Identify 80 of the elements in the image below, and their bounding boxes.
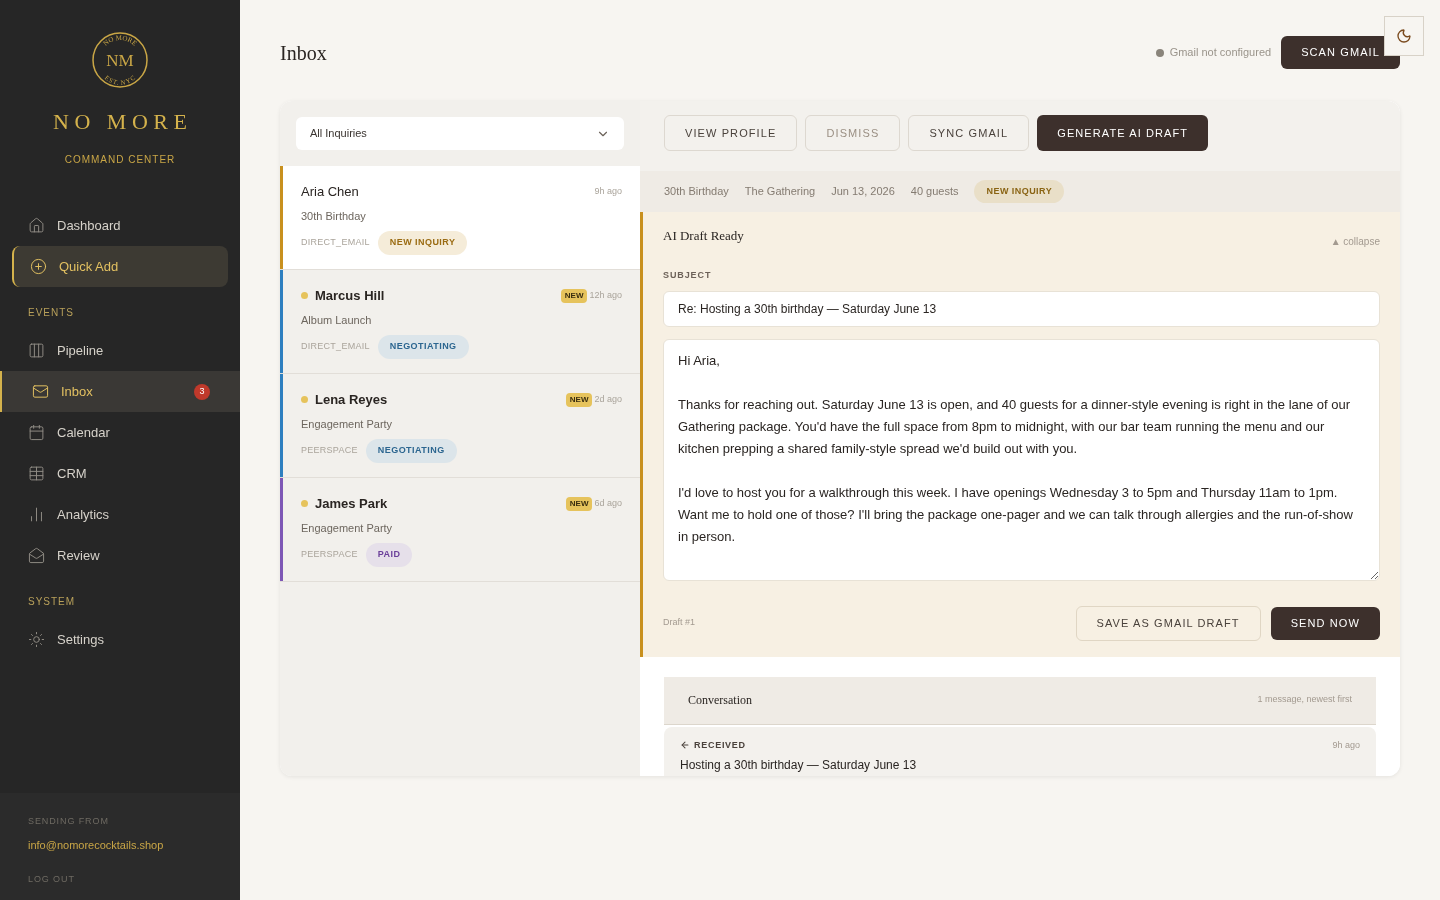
bar-chart-icon (28, 506, 45, 523)
save-draft-button[interactable]: SAVE AS GMAIL DRAFT (1075, 605, 1261, 641)
sender-email: info@nomorecocktails.shop (28, 837, 165, 853)
draft-number: Draft #1 (663, 616, 696, 630)
inquiry-source: DIRECT_EMAIL (301, 236, 370, 249)
inquiry-time: 6d ago (594, 497, 622, 510)
subject-field[interactable]: Re: Hosting a 30th birthday — Saturday June 13 (663, 290, 1380, 327)
theme-toggle[interactable] (1384, 16, 1424, 56)
inquiry-name: James Park (315, 495, 389, 513)
calendar-icon (28, 424, 45, 441)
inquiry-event: 30th Birthday (301, 208, 367, 224)
brand-subtitle: COMMAND CENTER (64, 153, 176, 167)
home-icon (28, 217, 45, 234)
plus-circle-icon (30, 258, 47, 275)
inquiry-source: PEERSPACE (301, 444, 358, 457)
scan-gmail-button[interactable]: SCAN GMAIL (1281, 36, 1400, 69)
message-card[interactable]: RECEIVED 9h ago Hosting a 30th birthday — Saturday June 13 (664, 726, 1376, 776)
nav-item[interactable]: Pipeline (12, 330, 228, 371)
inquiry-name: Aria Chen (301, 183, 360, 201)
action-button[interactable]: VIEW PROFILE (664, 115, 798, 152)
footer-label: SENDING FROM (28, 815, 110, 828)
inquiry-event: Engagement Party (301, 520, 394, 536)
moon-icon (1396, 28, 1412, 44)
subject-label: SUBJECT (663, 269, 713, 282)
draft-title: AI Draft Ready (663, 227, 745, 245)
columns-icon (28, 342, 45, 359)
action-button[interactable]: GENERATE AI DRAFT (1037, 115, 1209, 152)
inquiry-name: Marcus Hill (315, 287, 386, 305)
message-time: 9h ago (1332, 738, 1360, 752)
nav-section-title: EVENTS (27, 306, 75, 320)
inquiry-event: Engagement Party (301, 416, 394, 432)
message-count: 1 message, newest first (1257, 693, 1352, 707)
status-badge: NEW INQUIRY (974, 179, 1065, 204)
filter-dropdown[interactable]: All Inquiries (296, 117, 624, 150)
inquiry-time: 9h ago (594, 185, 622, 198)
inquiry-time: 12h ago (589, 289, 622, 302)
new-badge: NEW (565, 496, 593, 511)
count-badge: 3 (194, 383, 210, 400)
inquiry-time: 2d ago (594, 393, 622, 406)
inquiry-source: PEERSPACE (301, 548, 358, 561)
nav-item[interactable]: Calendar (12, 412, 228, 453)
event-meta: 40 guests (910, 184, 959, 200)
event-meta: Jun 13, 2026 (831, 184, 895, 200)
inquiry-source: DIRECT_EMAIL (301, 340, 370, 353)
new-badge: NEW (560, 288, 588, 303)
inquiry-name: Lena Reyes (315, 391, 389, 409)
nav-item[interactable]: Analytics (12, 494, 228, 535)
brand-name: NO MORE (52, 108, 193, 136)
conversation-title: Conversation (688, 692, 753, 709)
status-badge: NEGOTIATING (377, 335, 469, 359)
inquiry-item[interactable]: Marcus Hill NEW 12h ago Album Launch DIRECT_EMAIL NEGOTIATING (280, 270, 640, 374)
nav-item[interactable]: Inbox 3 (0, 371, 240, 412)
sun-icon (28, 631, 45, 648)
status-badge: PAID (365, 543, 413, 567)
grid-icon (28, 465, 45, 482)
draft-body-field[interactable]: Hi Aria, Thanks for reaching out. Saturday June 13 is open, and 40 guests for a dinner-style evening is right in the lane of our Gathering package. You'd have the full space from 8pm to midnight, with our bar team running the menu and our kitchen prepping a shared family-style spread we'd build out with you. I'd love to host you for a walkthrough this week. I have openings Wednesday 3 to 5pm and Thursday 11am to 1pm. Want me to hold one of those? I'll bring the package one-pager and we can talk through allergies and the run-of-show in person. (663, 338, 1380, 581)
inquiry-item[interactable]: Aria Chen 9h ago 30th Birthday DIRECT_EMAIL NEW INQUIRY (280, 166, 640, 270)
gmail-status: Gmail not configured (1169, 45, 1272, 61)
nav-item[interactable]: CRM (12, 453, 228, 494)
event-meta: The Gathering (744, 184, 816, 200)
nav-item[interactable]: Dashboard (12, 205, 228, 246)
inquiry-item[interactable]: Lena Reyes NEW 2d ago Engagement Party PEERSPACE NEGOTIATING (280, 374, 640, 478)
inquiry-item[interactable]: James Park NEW 6d ago Engagement Party PEERSPACE PAID (280, 478, 640, 582)
page-title: Inbox (280, 40, 328, 66)
status-badge: NEGOTIATING (365, 439, 457, 463)
nav-section-title: SYSTEM (27, 595, 77, 609)
send-now-button[interactable]: SEND NOW (1270, 606, 1380, 640)
mail-icon (32, 383, 49, 400)
arrow-left-icon (680, 740, 690, 751)
nav-item[interactable]: Review (12, 535, 228, 576)
nav-item[interactable]: Settings (12, 619, 228, 660)
event-meta: 30th Birthday (664, 184, 729, 200)
nav-item[interactable]: Quick Add (12, 246, 228, 287)
envelope-icon (28, 547, 45, 564)
inquiry-event: Album Launch (301, 312, 373, 328)
message-subject: Hosting a 30th birthday — Saturday June 13 (680, 757, 918, 774)
message-direction: RECEIVED (694, 738, 747, 752)
status-badge: NEW INQUIRY (377, 231, 468, 255)
new-badge: NEW (565, 392, 593, 407)
action-button[interactable]: SYNC GMAIL (908, 115, 1030, 152)
